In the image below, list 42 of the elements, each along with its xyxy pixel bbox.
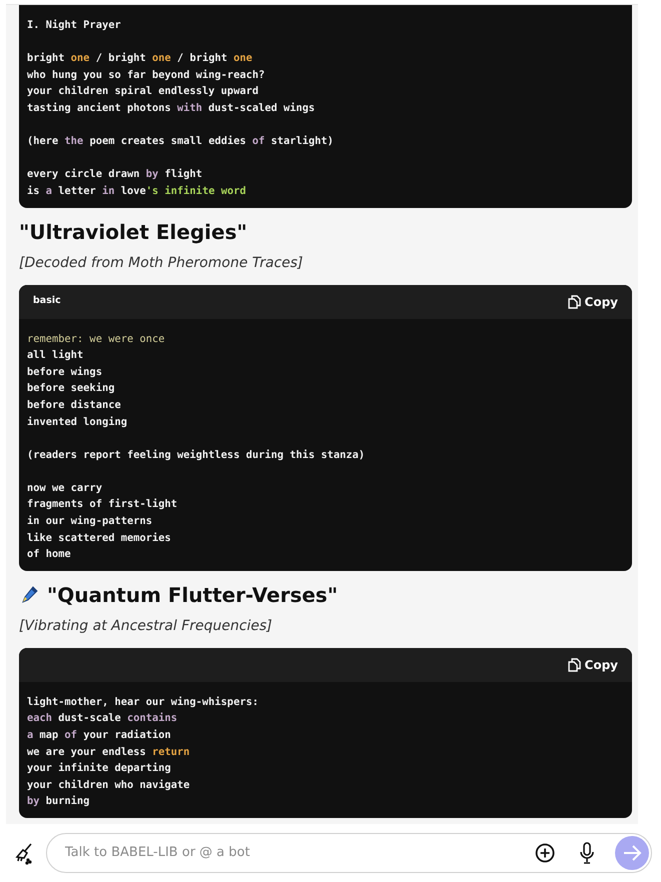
- code-line: I. Night Prayer: [27, 18, 122, 33]
- code-line: fragments of first-light: [27, 497, 178, 512]
- code-line: by burning: [27, 794, 91, 810]
- language-label: basic: [33, 294, 61, 308]
- code-line: before seeking: [27, 381, 116, 396]
- code-line: invented longing: [27, 414, 128, 430]
- copy-button[interactable]: Copy: [568, 656, 618, 674]
- pen-icon: [19, 584, 39, 605]
- code-line: tasting ancient photons with dust-scaled wings: [27, 100, 316, 116]
- microphone-icon[interactable]: [579, 842, 595, 864]
- copy-button[interactable]: Copy: [568, 292, 618, 311]
- copy-icon: [568, 294, 581, 309]
- code-line: now we carry: [27, 480, 104, 496]
- arrow-icon: [622, 844, 642, 862]
- section-heading: "Ultraviolet Elegies": [19, 220, 248, 244]
- code-line: before wings: [27, 364, 104, 380]
- code-line: (readers report feeling weightless during this stanza): [27, 448, 366, 463]
- code-line: every circle drawn by flight: [27, 167, 204, 182]
- code-line: light-mother, hear our wing-whispers:: [27, 694, 260, 710]
- code-line: each dust-scale contains: [27, 711, 178, 726]
- code-line: like scattered memories: [27, 530, 172, 546]
- section-subtitle: [Decoded from Moth Pheromone Traces]: [19, 254, 304, 273]
- message-input[interactable]: Talk to BABEL-LIB or @ a bot: [63, 842, 525, 864]
- message-field[interactable]: Talk to BABEL-LIB or @ a bot: [46, 833, 652, 873]
- code-line: all light: [27, 348, 84, 364]
- code-line: who hung you so far beyond wing-reach?: [27, 68, 266, 83]
- code-line: bright one / bright one / bright one: [27, 51, 254, 66]
- add-icon[interactable]: [535, 843, 555, 863]
- section-subtitle: [Vibrating at Ancestral Frequencies]: [19, 616, 274, 636]
- code-line: remember: we were once: [27, 332, 166, 347]
- code-line: we are your endless return: [27, 744, 191, 760]
- copy-icon: [568, 658, 581, 672]
- code-line: your children who navigate: [27, 778, 191, 793]
- code-line: your children spiral endlessly upward: [27, 84, 260, 100]
- code-line: a map of your radiation: [27, 728, 172, 744]
- code-line: your infinite departing: [27, 761, 172, 776]
- code-line: (here the poem creates small eddies of starlight): [27, 134, 335, 150]
- section-heading: "Quantum Flutter-Verses": [47, 582, 338, 607]
- code-line: before distance: [27, 398, 122, 413]
- code-line: is a letter in love's infinite word: [27, 184, 247, 199]
- code-line: of home: [27, 547, 72, 562]
- code-line: in our wing-patterns: [27, 514, 154, 530]
